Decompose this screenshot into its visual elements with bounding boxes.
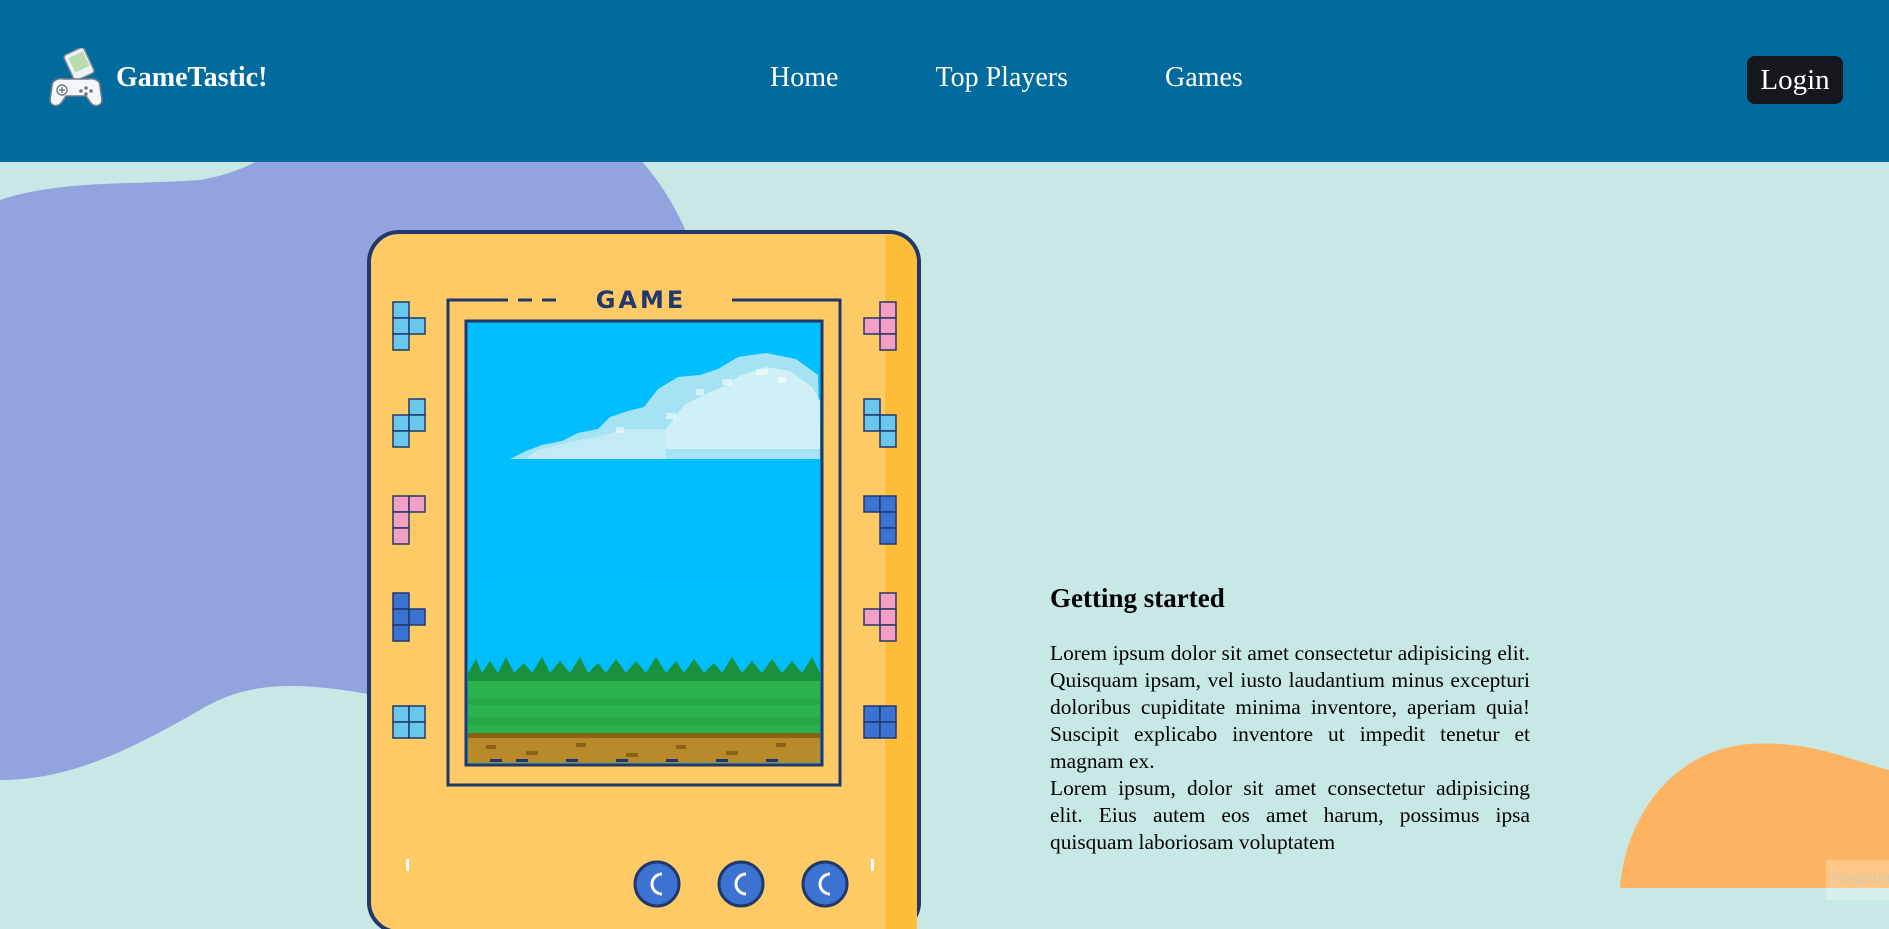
section-paragraph-2: Lorem ipsum, dolor sit amet consectetur … (1050, 776, 1530, 854)
nav-link-top-players[interactable]: Top Players (935, 62, 1068, 94)
getting-started-section: Getting started Lorem ipsum dolor sit am… (1050, 583, 1530, 856)
brand-name: GameTastic! (116, 62, 268, 93)
register-tab[interactable]: Register (1826, 860, 1889, 900)
nav-link-games[interactable]: Games (1165, 62, 1243, 94)
console-label: GAME (596, 286, 687, 314)
handheld-game-console-illustration: GAME (367, 230, 921, 929)
section-title: Getting started (1050, 583, 1225, 613)
nav-link-home[interactable]: Home (770, 62, 838, 94)
login-button[interactable]: Login (1747, 56, 1843, 104)
section-paragraph-1: Lorem ipsum dolor sit amet consectetur a… (1050, 641, 1530, 773)
brand[interactable]: GameTastic! (48, 48, 267, 108)
gamepad-logo-icon (49, 48, 103, 107)
main-nav: Home Top Players Games (770, 62, 1243, 94)
top-navbar: GameTastic! Home Top Players Games Login (0, 0, 1889, 162)
console-buttons (633, 860, 849, 908)
